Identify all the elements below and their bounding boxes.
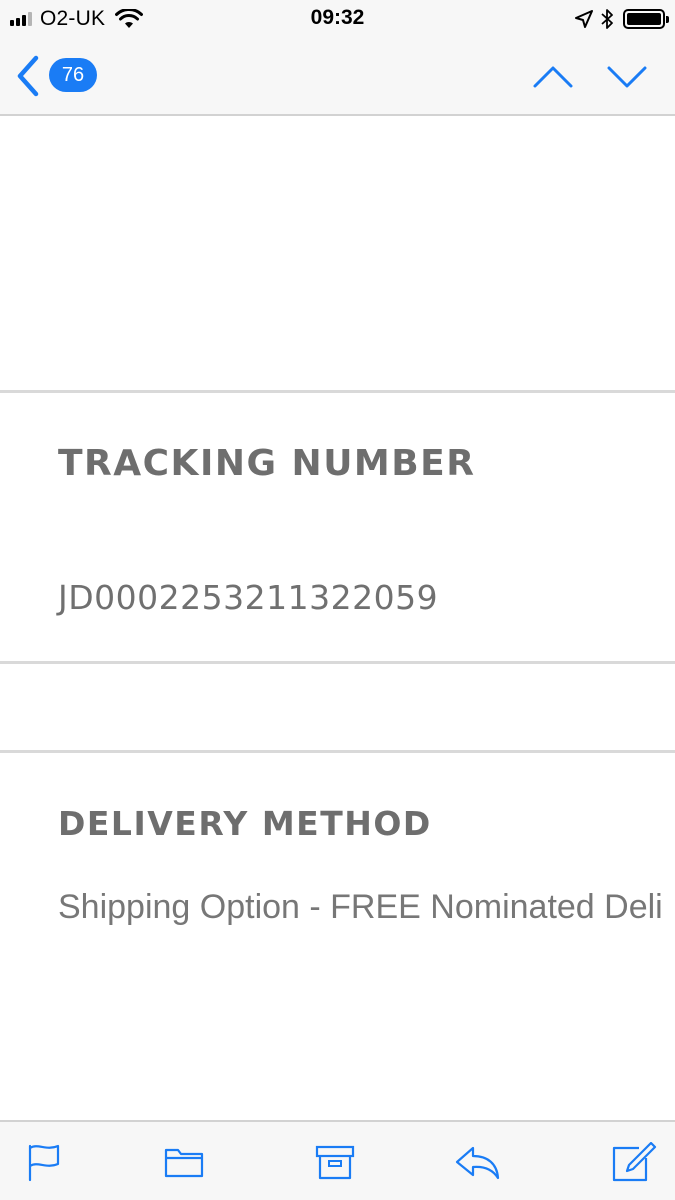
status-bar: O2-UK 09:32 xyxy=(0,0,675,38)
reply-button[interactable] xyxy=(455,1142,501,1182)
back-button[interactable] xyxy=(12,54,42,98)
reply-icon xyxy=(455,1146,500,1180)
clock: 09:32 xyxy=(310,6,365,29)
next-message-button[interactable] xyxy=(606,60,648,92)
email-body[interactable]: TRACKING NUMBER JD0002253211322059 DELIV… xyxy=(0,118,675,1120)
divider xyxy=(0,390,675,393)
location-arrow-icon xyxy=(575,10,593,28)
previous-message-button[interactable] xyxy=(532,60,574,92)
move-to-folder-button[interactable] xyxy=(164,1142,204,1182)
delivery-method-heading: DELIVERY METHOD xyxy=(58,804,432,843)
flag-icon xyxy=(28,1144,60,1182)
unread-count-badge[interactable]: 76 xyxy=(49,58,97,92)
divider xyxy=(0,750,675,753)
compose-icon xyxy=(612,1141,657,1182)
mail-nav-bar: 76 xyxy=(0,38,675,116)
archive-button[interactable] xyxy=(315,1142,355,1182)
flag-button[interactable] xyxy=(26,1142,66,1182)
divider xyxy=(0,661,675,664)
bluetooth-icon xyxy=(601,9,613,29)
compose-button[interactable] xyxy=(611,1141,657,1182)
mail-toolbar xyxy=(0,1120,675,1200)
archive-icon xyxy=(315,1145,355,1180)
folder-icon xyxy=(164,1148,204,1178)
tracking-number-value: JD0002253211322059 xyxy=(58,578,439,617)
chevron-left-icon xyxy=(17,55,39,97)
status-right xyxy=(575,6,669,32)
chevron-up-icon xyxy=(533,66,573,88)
tracking-number-heading: TRACKING NUMBER xyxy=(58,443,476,484)
battery-icon xyxy=(623,9,669,29)
chevron-down-icon xyxy=(607,66,647,88)
delivery-method-value: Shipping Option - FREE Nominated Deli xyxy=(58,888,663,926)
